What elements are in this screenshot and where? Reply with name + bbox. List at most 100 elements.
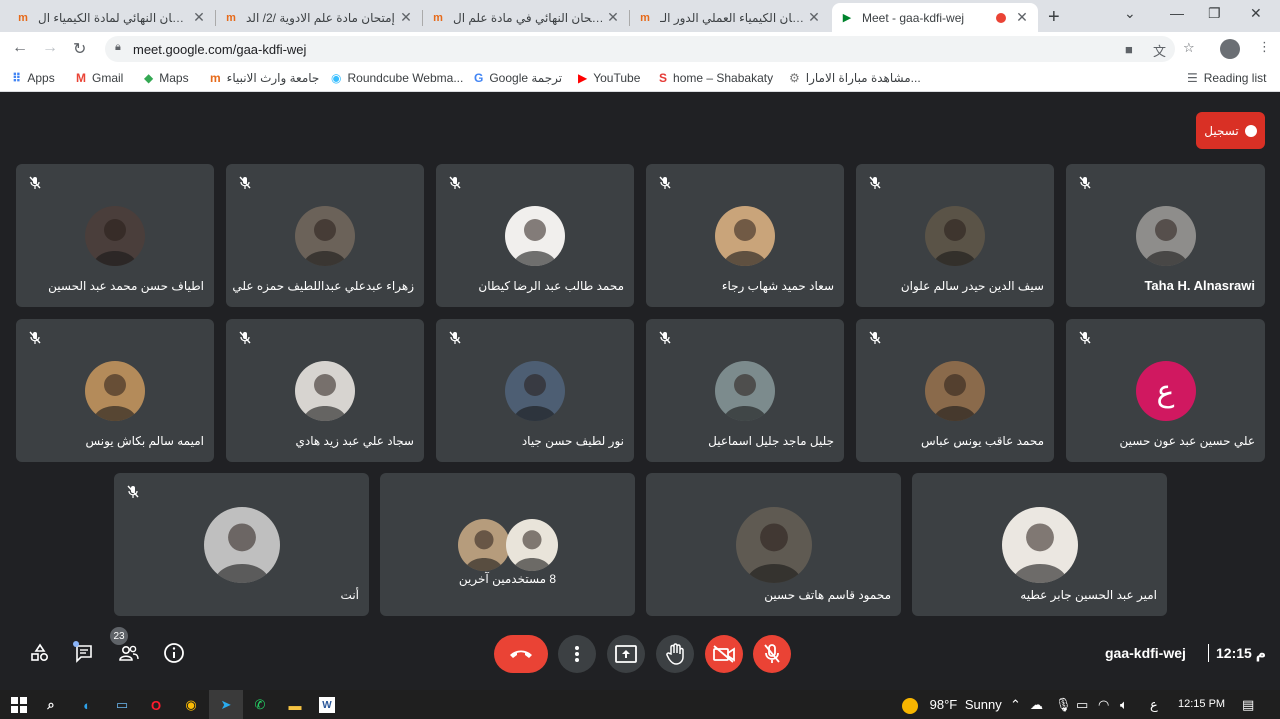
browser-tab-active[interactable]: ▶ Meet - gaa-kdfi-wej ✕ bbox=[832, 3, 1038, 32]
close-tab-icon[interactable]: ✕ bbox=[191, 9, 207, 26]
browser-tab[interactable]: m الإمتحان النهائي في مادة علم ال ✕ bbox=[423, 3, 629, 32]
apps-grid-icon: ⠿ bbox=[12, 71, 22, 85]
bookmark-maps[interactable]: ◆ Maps bbox=[144, 71, 189, 85]
participant-name: اطياف حسن محمد عبد الحسين bbox=[48, 279, 204, 293]
bookmark-star-icon[interactable]: ☆ bbox=[1183, 40, 1195, 56]
more-options-button[interactable] bbox=[558, 635, 596, 673]
browser-tab[interactable]: m الامتحان النهائي لمادة الكيمياء ال ✕ bbox=[8, 3, 215, 32]
participant-tile[interactable]: جليل ماجد جليل اسماعيل bbox=[646, 319, 844, 462]
meeting-info-button[interactable] bbox=[162, 641, 186, 665]
close-window-icon[interactable]: ✕ bbox=[1250, 5, 1262, 22]
bookmark-university[interactable]: m جامعة وارث الانبياء bbox=[210, 71, 319, 85]
present-screen-button[interactable] bbox=[607, 635, 645, 673]
bookmark-match[interactable]: ⚙ مشاهدة مباراة الامارا... bbox=[789, 71, 921, 85]
volume-icon[interactable]: 🔈︎ bbox=[1120, 697, 1128, 713]
word-icon[interactable]: W bbox=[319, 697, 335, 713]
participant-tile[interactable]: Taha H. Alnasrawi bbox=[1066, 164, 1265, 307]
tab-search-icon[interactable]: ⌄ bbox=[1124, 5, 1136, 22]
leave-call-button[interactable] bbox=[494, 635, 548, 673]
chrome-icon[interactable]: ◉ bbox=[180, 694, 202, 716]
search-icon[interactable]: ⌕ bbox=[40, 694, 62, 716]
translate-page-icon[interactable]: 文 bbox=[1153, 41, 1166, 60]
participant-name: امير عبد الحسين جابر عطيه bbox=[1020, 588, 1157, 602]
bookmark-gmail[interactable]: M Gmail bbox=[76, 71, 123, 85]
participant-tile[interactable]: محمد عاقب يونس عباس bbox=[856, 319, 1054, 462]
battery-icon[interactable]: ▭ bbox=[1076, 697, 1088, 713]
participant-tile[interactable]: أنت bbox=[114, 473, 369, 616]
notifications-icon[interactable]: ▤ bbox=[1242, 697, 1254, 713]
participant-tile[interactable]: امير عبد الحسين جابر عطيه bbox=[912, 473, 1167, 616]
reload-icon[interactable]: ↻ bbox=[73, 39, 86, 59]
avatar bbox=[505, 519, 558, 571]
microphone-tray-icon[interactable]: 🎙︎ bbox=[1055, 697, 1072, 713]
close-tab-icon[interactable]: ✕ bbox=[806, 9, 822, 26]
wifi-icon[interactable]: ◠ bbox=[1098, 697, 1109, 713]
recording-chip[interactable]: تسجيل bbox=[1196, 112, 1265, 149]
taskbar-clock[interactable]: 12:15 PM bbox=[1178, 698, 1225, 710]
record-dot-icon bbox=[1244, 124, 1257, 137]
whatsapp-icon[interactable]: ✆ bbox=[249, 694, 271, 716]
meeting-time: م 12:15 bbox=[1216, 645, 1266, 662]
muted-mic-icon bbox=[866, 174, 884, 192]
avatar bbox=[715, 361, 775, 421]
onedrive-icon[interactable]: ☁ bbox=[1030, 697, 1043, 713]
participant-tile[interactable]: سيف الدين حيدر سالم علوان bbox=[856, 164, 1054, 307]
close-tab-icon[interactable]: ✕ bbox=[605, 9, 621, 26]
windows-start-icon[interactable] bbox=[8, 694, 30, 716]
participant-tile[interactable]: ع علي حسين عبد عون حسين bbox=[1066, 319, 1265, 462]
address-bar[interactable]: 🔒︎ meet.google.com/gaa-kdfi-wej ■ 文 ☆ bbox=[105, 36, 1195, 62]
participant-tile[interactable]: محمد طالب عبد الرضا كيطان bbox=[436, 164, 634, 307]
browser-tab[interactable]: m إمتحان مادة علم الادوية /2/ الد ✕ bbox=[216, 3, 422, 32]
participant-tile[interactable]: زهراء عبدعلي عبداللطيف حمزه علي bbox=[226, 164, 424, 307]
edge-icon[interactable]: ◐ bbox=[76, 694, 98, 716]
minimize-icon[interactable]: — bbox=[1170, 5, 1184, 21]
activities-button[interactable] bbox=[28, 641, 52, 665]
close-tab-icon[interactable]: ✕ bbox=[398, 9, 414, 26]
participant-tile[interactable]: محمود قاسم هاتف حسين bbox=[646, 473, 901, 616]
participant-tile[interactable]: اطياف حسن محمد عبد الحسين bbox=[16, 164, 214, 307]
menu-kebab-icon[interactable]: ⋮ bbox=[1258, 39, 1271, 55]
recording-indicator-icon bbox=[996, 12, 1006, 23]
input-language[interactable]: ع bbox=[1150, 697, 1158, 713]
browser-tab[interactable]: m امتحان الكيمياء العملي الدور الـ ✕ bbox=[630, 3, 830, 32]
desktop-icon[interactable]: ▭ bbox=[111, 694, 133, 716]
camera-toggle-button[interactable] bbox=[705, 635, 743, 673]
bookmark-youtube[interactable]: ▶ YouTube bbox=[578, 71, 640, 85]
tab-title: Meet - gaa-kdfi-wej bbox=[862, 10, 965, 25]
people-icon bbox=[119, 645, 139, 661]
participant-tile[interactable]: اميمه سالم بكاش يونس bbox=[16, 319, 214, 462]
site-favicon-icon: m bbox=[640, 11, 650, 24]
avatar bbox=[735, 507, 812, 583]
muted-mic-icon bbox=[656, 329, 674, 347]
show-hidden-icons[interactable]: ⌃ bbox=[1010, 697, 1021, 713]
avatar bbox=[295, 361, 355, 421]
participant-tile[interactable]: نور لطيف حسن جياد bbox=[436, 319, 634, 462]
bookmark-translate[interactable]: G Google ترجمة bbox=[474, 71, 562, 85]
close-tab-icon[interactable]: ✕ bbox=[1014, 9, 1030, 26]
chat-notification-dot bbox=[73, 641, 79, 647]
raise-hand-button[interactable] bbox=[656, 635, 694, 673]
maps-icon: ◆ bbox=[144, 71, 154, 85]
restore-icon[interactable]: ❐ bbox=[1208, 5, 1221, 22]
camera-in-use-icon[interactable]: ■ bbox=[1125, 42, 1133, 57]
profile-avatar[interactable] bbox=[1220, 39, 1240, 59]
telegram-icon[interactable]: ➤ bbox=[209, 690, 243, 719]
participant-tile[interactable]: سعاد حميد شهاب رجاء bbox=[646, 164, 844, 307]
participant-tile[interactable]: سجاد علي عبد زيد هادي bbox=[226, 319, 424, 462]
back-icon[interactable]: ← bbox=[12, 39, 28, 57]
roundcube-icon: ◉ bbox=[331, 71, 342, 85]
weather-widget[interactable]: 98°F Sunny bbox=[902, 697, 1002, 714]
weather-text: Sunny bbox=[964, 697, 1002, 712]
muted-mic-icon bbox=[1076, 174, 1094, 192]
forward-icon[interactable]: → bbox=[42, 39, 58, 57]
microphone-toggle-button[interactable] bbox=[753, 635, 791, 673]
participant-tile[interactable]: 8 مستخدمين آخرين bbox=[380, 473, 635, 616]
bookmark-apps[interactable]: ⠿ Apps bbox=[12, 71, 55, 85]
participant-name: سيف الدين حيدر سالم علوان bbox=[900, 279, 1044, 293]
new-tab-icon[interactable]: + bbox=[1048, 6, 1060, 29]
bookmark-shabakaty[interactable]: Shome – Shabakaty bbox=[659, 71, 773, 85]
reading-list[interactable]: ☰ Reading list bbox=[1187, 71, 1266, 85]
file-explorer-icon[interactable]: ▬ bbox=[284, 694, 306, 716]
opera-icon[interactable]: O bbox=[145, 694, 167, 716]
bookmark-roundcube[interactable]: ◉ Roundcube Webma... bbox=[331, 71, 463, 85]
